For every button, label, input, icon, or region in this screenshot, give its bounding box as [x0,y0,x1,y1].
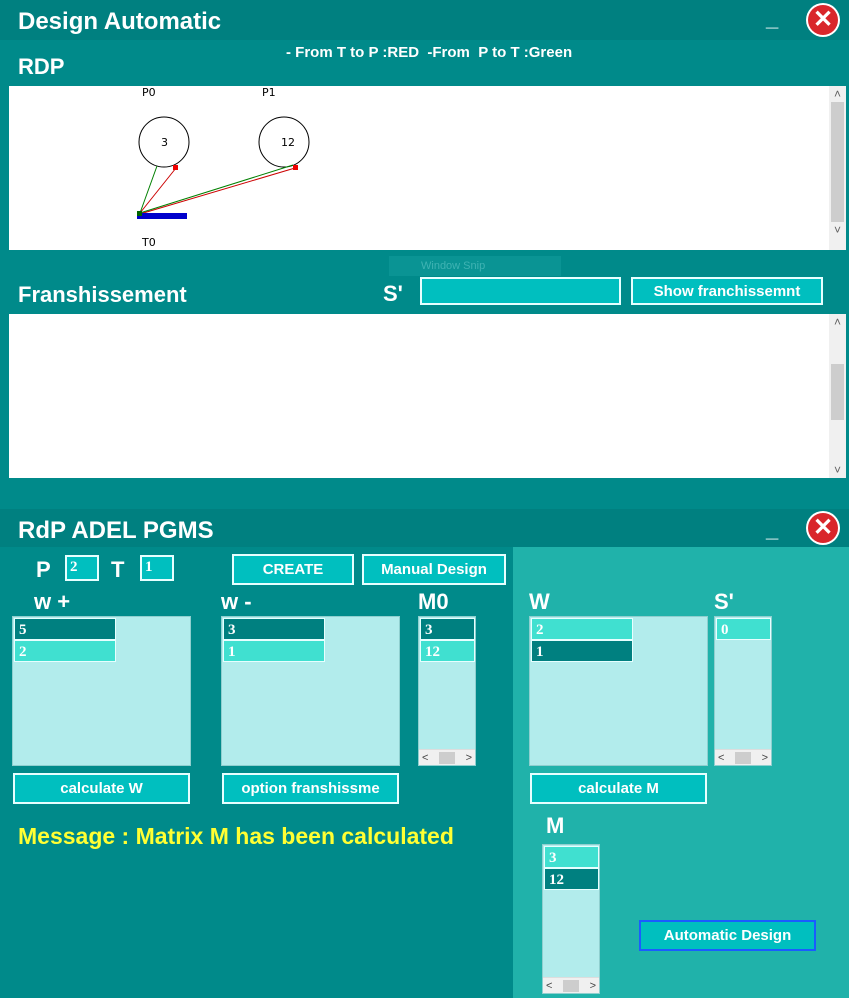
franchise-label: Franshissement [18,282,187,307]
petri-net-drawing: P0 P1 3 12 T0 [137,86,310,249]
w-minus-label: w - [221,589,252,614]
w-list[interactable]: 2 1 [529,616,708,766]
list-item[interactable]: 3 [223,618,325,640]
output-scrollbar[interactable]: ˄ ˅ [829,314,846,478]
scroll-up-icon[interactable]: ˄ [829,86,846,102]
scroll-left-icon[interactable]: < [546,980,552,992]
scroll-thumb[interactable] [439,751,455,764]
arc-t0-to-p1 [139,167,296,215]
list-item[interactable]: 2 [14,640,116,662]
horizontal-scrollbar[interactable]: < > [543,977,599,993]
t-label: T [111,557,125,582]
scroll-down-icon[interactable]: ˅ [829,222,846,238]
horizontal-scrollbar[interactable]: < > [419,749,475,765]
transition-label-t0: T0 [141,236,156,249]
arc-color-legend: - From T to P :RED -From P to T :Green [286,44,573,61]
s-prime-label: S' [714,589,734,614]
arrowhead-p0 [173,165,178,170]
s-prime-list[interactable]: 0 < > [714,616,772,766]
arc-p0-to-t0 [139,165,158,214]
window-title: Design Automatic [18,8,222,35]
m-label: M [546,813,565,838]
status-message: Message : Matrix M has been calculated [18,823,454,849]
scroll-right-icon[interactable]: > [762,752,768,764]
w-minus-list[interactable]: 3 1 [221,616,400,766]
rdp-label: RDP [18,54,65,79]
arc-t0-to-p0 [139,167,177,214]
calculate-m-button[interactable]: calculate M [530,773,707,804]
list-item[interactable]: 12 [420,640,475,662]
s-prime-input[interactable] [420,277,621,305]
scroll-down-icon[interactable]: ˅ [829,462,846,478]
scroll-thumb[interactable] [563,979,579,992]
scroll-up-icon[interactable]: ˄ [829,314,846,330]
petri-net-canvas[interactable]: P0 P1 3 12 T0 ˄ ˅ [9,86,846,250]
list-item[interactable]: 3 [544,846,599,868]
place-tokens-p1: 12 [281,136,295,149]
scroll-right-icon[interactable]: > [590,980,596,992]
w-plus-list[interactable]: 5 2 [12,616,191,766]
list-item[interactable]: 1 [223,640,325,662]
transition-anchor [137,211,142,216]
scroll-track[interactable] [829,330,846,364]
manual-design-button[interactable]: Manual Design [362,554,506,585]
place-tokens-p0: 3 [161,136,168,149]
list-item[interactable]: 0 [716,618,771,640]
transition-t0 [137,213,187,219]
scroll-left-icon[interactable]: < [718,752,724,764]
window-title: RdP ADEL PGMS [18,517,214,544]
place-label-p0: P0 [142,86,156,99]
w-label: W [529,589,550,614]
franchise-output[interactable]: ˄ ˅ [9,314,846,478]
design-automatic-window: Design Automatic _ ✕ - From T to P :RED … [0,0,849,500]
list-item[interactable]: 12 [544,868,599,890]
list-item[interactable]: 5 [14,618,116,640]
scroll-track[interactable] [829,420,846,462]
snip-ghost-bar: Window Snip [389,256,561,276]
m-list[interactable]: 3 12 < > [542,844,600,994]
list-item[interactable]: 2 [531,618,633,640]
w-plus-label: w + [34,589,71,614]
minimize-button[interactable]: _ [766,6,778,32]
canvas-scrollbar[interactable]: ˄ ˅ [829,86,846,250]
list-item[interactable]: 3 [420,618,475,640]
scroll-thumb[interactable] [831,364,844,420]
scroll-thumb[interactable] [735,751,751,764]
scroll-right-icon[interactable]: > [466,752,472,764]
arc-p1-to-t0 [139,164,294,214]
scroll-left-icon[interactable]: < [422,752,428,764]
close-button[interactable]: ✕ [806,3,840,37]
scroll-thumb[interactable] [831,102,844,222]
list-item[interactable]: 1 [531,640,633,662]
p-count-input[interactable]: 2 [65,555,99,581]
horizontal-scrollbar[interactable]: < > [715,749,771,765]
automatic-design-button[interactable]: Automatic Design [639,920,816,951]
minimize-button[interactable]: _ [766,517,778,543]
option-franchise-button[interactable]: option franshissme [222,773,399,804]
p-label: P [36,557,51,582]
s-prime-label: S' [383,281,403,306]
t-count-input[interactable]: 1 [140,555,174,581]
close-icon: ✕ [808,5,838,35]
m0-label: M0 [418,589,449,614]
close-button[interactable]: ✕ [806,511,840,545]
close-icon: ✕ [808,513,838,543]
arrowhead-p1 [293,165,298,170]
show-franchise-button[interactable]: Show franchissemnt [631,277,823,305]
create-button[interactable]: CREATE [232,554,354,585]
rdp-adel-window: RdP ADEL PGMS _ ✕ P 2 T 1 CREATE Manual … [0,509,849,998]
calculate-w-button[interactable]: calculate W [13,773,190,804]
place-label-p1: P1 [262,86,276,99]
m0-list[interactable]: 3 12 < > [418,616,476,766]
